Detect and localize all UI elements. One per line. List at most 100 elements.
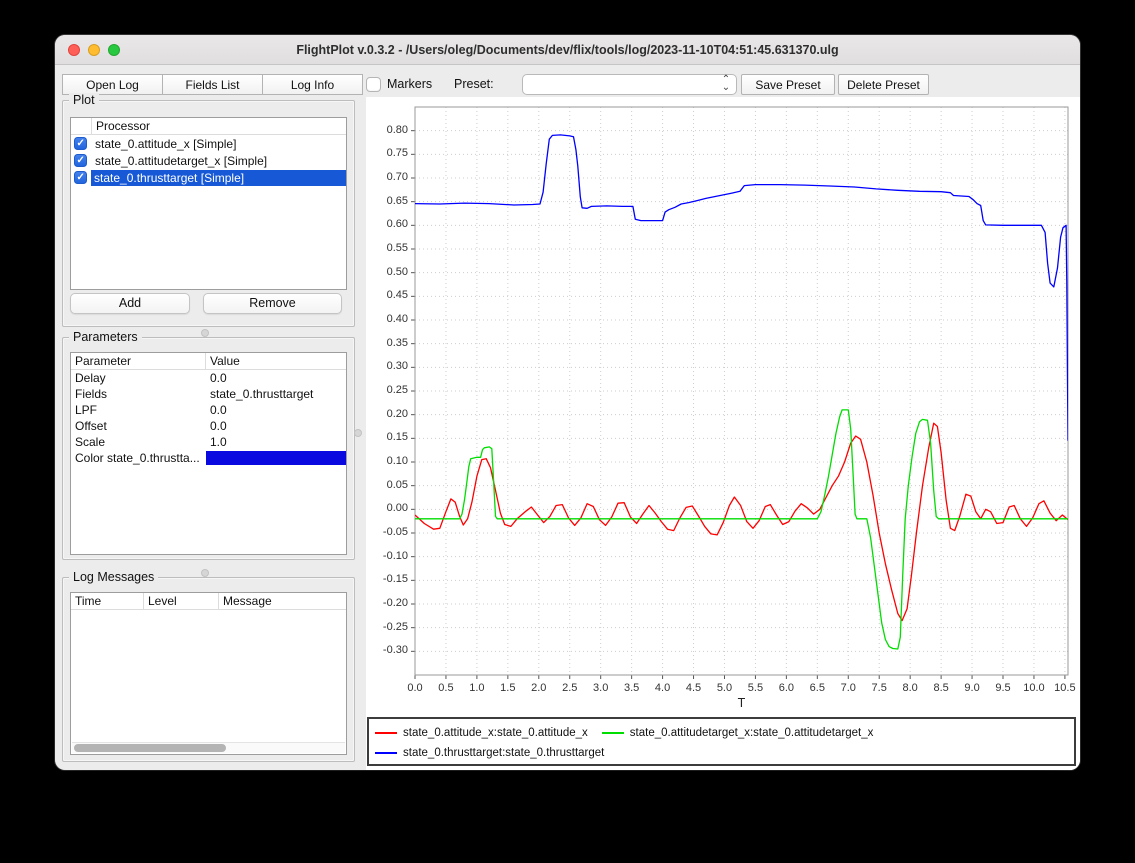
plot-series-label: state_0.attitude_x [Simple] <box>92 136 239 152</box>
parameter-name: LPF <box>71 402 206 418</box>
horizontal-scrollbar[interactable] <box>72 742 345 753</box>
y-tick-label: -0.30 <box>372 644 408 656</box>
markers-checkbox[interactable] <box>366 77 381 92</box>
plot-group-title: Plot <box>69 93 99 108</box>
parameter-row[interactable]: Delay 0.0 <box>71 370 346 386</box>
y-tick-label: 0.75 <box>372 147 408 159</box>
scrollbar-thumb[interactable] <box>74 744 226 752</box>
delete-preset-button[interactable]: Delete Preset <box>838 74 929 95</box>
y-tick-label: 0.25 <box>372 384 408 396</box>
window-title: FlightPlot v.0.3.2 - /Users/oleg/Documen… <box>55 35 1080 65</box>
preset-label: Preset: <box>454 74 494 95</box>
legend-entry: state_0.attitudetarget_x:state_0.attitud… <box>602 727 874 739</box>
chart-legend: state_0.attitude_x:state_0.attitude_x st… <box>367 717 1076 766</box>
parameters-table[interactable]: Parameter Value Delay 0.0 Fields state_0… <box>70 352 347 555</box>
parameter-column-header: Parameter <box>71 353 206 369</box>
y-tick-label: 0.00 <box>372 502 408 514</box>
plot-series-row-selected[interactable]: state_0.thrusttarget [Simple] <box>71 169 346 186</box>
y-tick-label: 0.55 <box>372 242 408 254</box>
parameter-value[interactable]: 0.0 <box>206 370 346 386</box>
plot-series-row[interactable]: state_0.attitude_x [Simple] <box>71 135 346 152</box>
plot-area[interactable] <box>366 97 1080 770</box>
plot-series-row[interactable]: state_0.attitudetarget_x [Simple] <box>71 152 346 169</box>
y-tick-label: 0.15 <box>372 431 408 443</box>
legend-label: state_0.attitude_x:state_0.attitude_x <box>403 727 588 739</box>
y-tick-label: 0.05 <box>372 479 408 491</box>
y-tick-label: 0.65 <box>372 195 408 207</box>
y-tick-label: 0.40 <box>372 313 408 325</box>
parameter-value[interactable]: 0.0 <box>206 402 346 418</box>
legend-label: state_0.thrusttarget:state_0.thrusttarge… <box>403 747 604 759</box>
parameter-name: Fields <box>71 386 206 402</box>
parameter-row[interactable]: Scale 1.0 <box>71 434 346 450</box>
y-tick-label: 0.20 <box>372 408 408 420</box>
checkbox-checked-icon[interactable] <box>74 137 87 150</box>
parameter-value[interactable]: 0.0 <box>206 418 346 434</box>
y-tick-label: 0.70 <box>372 171 408 183</box>
y-tick-label: 0.50 <box>372 266 408 278</box>
legend-entry: state_0.attitude_x:state_0.attitude_x <box>375 727 588 739</box>
value-column-header: Value <box>206 353 346 369</box>
titlebar: FlightPlot v.0.3.2 - /Users/oleg/Documen… <box>55 35 1080 65</box>
parameter-name: Offset <box>71 418 206 434</box>
parameter-row-color[interactable]: Color state_0.thrustta... <box>71 450 346 466</box>
parameter-value[interactable]: 1.0 <box>206 434 346 450</box>
plot-series-table[interactable]: Processor state_0.attitude_x [Simple] st… <box>70 117 347 290</box>
legend-entry: state_0.thrusttarget:state_0.thrusttarge… <box>375 747 604 759</box>
y-tick-label: 0.35 <box>372 337 408 349</box>
y-tick-label: 0.45 <box>372 289 408 301</box>
parameter-row[interactable]: LPF 0.0 <box>71 402 346 418</box>
checkbox-checked-icon[interactable] <box>74 171 87 184</box>
splitter-handle[interactable] <box>201 329 209 337</box>
vertical-splitter-handle[interactable] <box>354 429 362 437</box>
log-messages-group-title: Log Messages <box>69 570 158 585</box>
y-tick-label: -0.10 <box>372 550 408 562</box>
y-tick-label: 0.80 <box>372 124 408 136</box>
parameter-row[interactable]: Fields state_0.thrusttarget <box>71 386 346 402</box>
y-tick-label: -0.15 <box>372 573 408 585</box>
save-preset-button[interactable]: Save Preset <box>741 74 835 95</box>
remove-button[interactable]: Remove <box>203 293 342 314</box>
parameter-name: Delay <box>71 370 206 386</box>
y-tick-label: -0.20 <box>372 597 408 609</box>
plot-series-label: state_0.attitudetarget_x [Simple] <box>92 153 270 169</box>
message-column-header: Message <box>219 593 346 609</box>
level-column-header: Level <box>144 593 219 609</box>
chart-panel: 0.00.51.01.52.02.53.03.54.04.55.05.56.06… <box>366 97 1080 770</box>
parameter-row[interactable]: Offset 0.0 <box>71 418 346 434</box>
x-axis-title: T <box>415 696 1068 710</box>
add-button[interactable]: Add <box>70 293 190 314</box>
screen: FlightPlot v.0.3.2 - /Users/oleg/Documen… <box>0 0 1135 863</box>
legend-label: state_0.attitudetarget_x:state_0.attitud… <box>630 727 874 739</box>
processor-column-header: Processor <box>92 118 346 134</box>
y-tick-label: 0.10 <box>372 455 408 467</box>
x-tick-label: 10.5 <box>1047 682 1080 694</box>
parameter-value[interactable]: state_0.thrusttarget <box>206 386 346 402</box>
open-log-button[interactable]: Open Log <box>62 74 163 95</box>
splitter-handle[interactable] <box>201 569 209 577</box>
plot-series-label: state_0.thrusttarget [Simple] <box>91 170 346 186</box>
log-table-header: Time Level Message <box>71 593 346 610</box>
checkbox-checked-icon[interactable] <box>74 154 87 167</box>
y-tick-label: -0.05 <box>372 526 408 538</box>
time-column-header: Time <box>71 593 144 609</box>
parameter-name: Color state_0.thrustta... <box>71 450 206 466</box>
y-tick-label: 0.30 <box>372 360 408 372</box>
color-swatch[interactable] <box>206 451 346 465</box>
log-messages-table[interactable]: Time Level Message <box>70 592 347 755</box>
legend-line-red-icon <box>375 732 397 734</box>
markers-label: Markers <box>387 74 432 95</box>
parameters-group-title: Parameters <box>69 330 142 345</box>
parameter-name: Scale <box>71 434 206 450</box>
parameters-table-header: Parameter Value <box>71 353 346 370</box>
plot-table-header: Processor <box>71 118 346 135</box>
legend-line-green-icon <box>602 732 624 734</box>
legend-line-blue-icon <box>375 752 397 754</box>
preset-combobox[interactable]: ⌃⌄ <box>522 74 737 95</box>
log-info-button[interactable]: Log Info <box>262 74 363 95</box>
y-tick-label: -0.25 <box>372 621 408 633</box>
fields-list-button[interactable]: Fields List <box>162 74 263 95</box>
y-tick-label: 0.60 <box>372 218 408 230</box>
app-window: FlightPlot v.0.3.2 - /Users/oleg/Documen… <box>55 35 1080 770</box>
stepper-icon[interactable]: ⌃⌄ <box>719 76 733 93</box>
